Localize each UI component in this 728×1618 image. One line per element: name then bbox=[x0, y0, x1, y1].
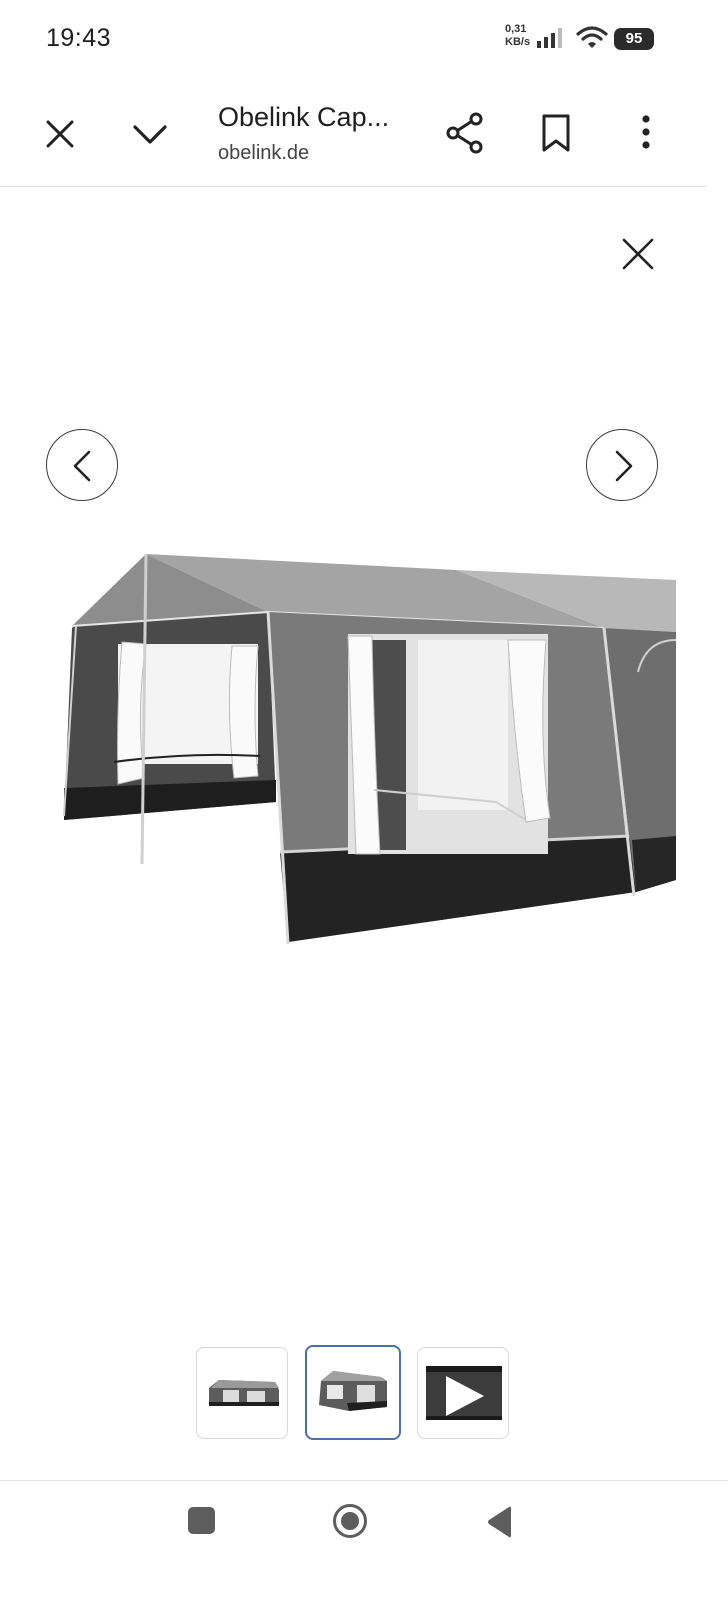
page-title: Obelink Cap... bbox=[218, 102, 390, 132]
page-domain: obelink.de bbox=[218, 142, 310, 164]
wifi-icon bbox=[576, 26, 608, 48]
network-speed-unit: KB/s bbox=[505, 36, 531, 48]
thumbnail-image-2-selected[interactable] bbox=[305, 1345, 401, 1440]
custom-tab-toolbar: Obelink Cap... obelink.de bbox=[0, 80, 706, 187]
bookmark-icon[interactable] bbox=[534, 110, 578, 156]
share-icon[interactable] bbox=[442, 110, 488, 156]
home-circle-icon[interactable] bbox=[332, 1503, 368, 1539]
awning-tent-photo bbox=[63, 553, 676, 945]
thumbnail-tent-photo bbox=[209, 1380, 279, 1406]
network-speed: 0,31 KB/s bbox=[505, 23, 530, 49]
next-image-button[interactable] bbox=[586, 429, 658, 501]
more-vert-icon[interactable] bbox=[626, 110, 666, 156]
thumbnail-video-preview bbox=[426, 1366, 502, 1420]
status-time: 19:43 bbox=[46, 24, 112, 52]
thumbnail-video[interactable] bbox=[417, 1347, 509, 1439]
chevron-right-icon bbox=[615, 450, 633, 482]
previous-image-button[interactable] bbox=[46, 429, 118, 501]
battery-icon: 95 bbox=[614, 28, 654, 50]
close-icon[interactable] bbox=[616, 232, 660, 276]
close-icon[interactable] bbox=[40, 114, 80, 154]
back-triangle-icon[interactable] bbox=[485, 1505, 515, 1539]
signal-icon bbox=[537, 28, 562, 48]
status-bar: 19:43 0,31 KB/s 95 bbox=[0, 0, 728, 80]
network-speed-value: 0,31 bbox=[505, 23, 527, 35]
thumbnail-tent-photo bbox=[319, 1371, 387, 1411]
nav-divider bbox=[0, 1480, 728, 1481]
thumbnail-image-1[interactable] bbox=[196, 1347, 288, 1439]
chevron-left-icon bbox=[73, 450, 91, 482]
recents-square-icon[interactable] bbox=[188, 1507, 215, 1534]
chevron-down-icon[interactable] bbox=[130, 114, 170, 154]
